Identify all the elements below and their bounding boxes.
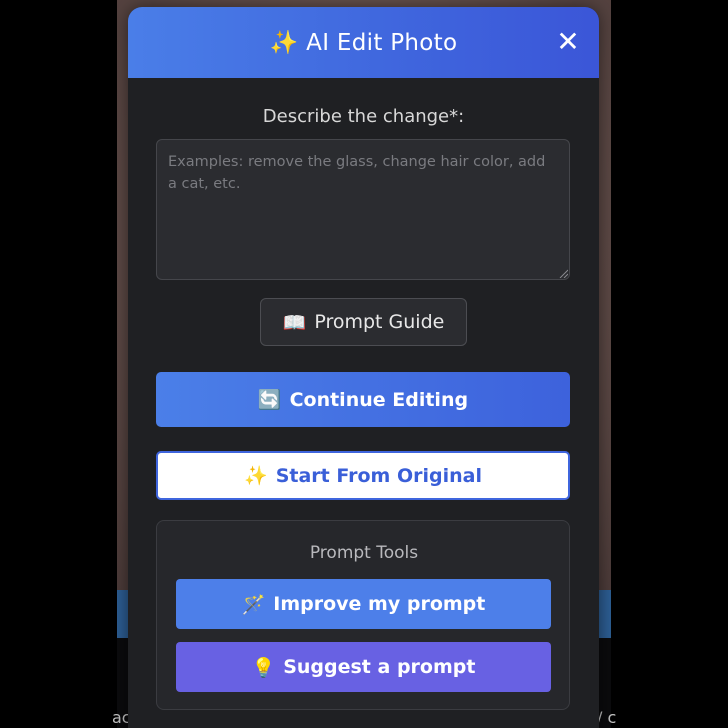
improve-prompt-label: Improve my prompt xyxy=(273,593,486,615)
lightbulb-icon: 💡 xyxy=(251,656,276,679)
modal-title: ✨ AI Edit Photo xyxy=(269,30,458,56)
book-icon: 📖 xyxy=(282,311,307,334)
improve-prompt-button[interactable]: 🪄 Improve my prompt xyxy=(176,579,551,629)
prompt-guide-button[interactable]: 📖 Prompt Guide xyxy=(260,298,467,346)
modal-header: ✨ AI Edit Photo ✕ xyxy=(128,7,599,78)
prompt-tools-panel: Prompt Tools 🪄 Improve my prompt 💡 Sugge… xyxy=(156,520,570,710)
start-from-original-label: Start From Original xyxy=(275,464,482,487)
start-from-original-button[interactable]: ✨ Start From Original xyxy=(156,451,570,500)
refresh-icon: 🔄 xyxy=(257,389,282,411)
suggest-prompt-label: Suggest a prompt xyxy=(283,656,476,678)
close-button[interactable]: ✕ xyxy=(553,27,583,57)
screen: ac / c ✨ AI Edit Photo ✕ Describe the ch… xyxy=(0,0,728,728)
suggest-prompt-button[interactable]: 💡 Suggest a prompt xyxy=(176,642,551,692)
ai-edit-modal: ✨ AI Edit Photo ✕ Describe the change*: … xyxy=(128,7,599,728)
change-description-input[interactable] xyxy=(156,139,570,280)
prompt-guide-label: Prompt Guide xyxy=(314,311,445,333)
background-text-right: / c xyxy=(597,708,617,727)
describe-change-label: Describe the change*: xyxy=(262,106,465,127)
prompt-tools-title: Prompt Tools xyxy=(309,543,419,563)
sparkles-icon: ✨ xyxy=(244,465,268,487)
continue-editing-button[interactable]: 🔄 Continue Editing xyxy=(156,372,570,427)
continue-editing-label: Continue Editing xyxy=(289,388,469,411)
magic-wand-icon: 🪄 xyxy=(241,593,266,616)
close-icon: ✕ xyxy=(556,25,580,58)
